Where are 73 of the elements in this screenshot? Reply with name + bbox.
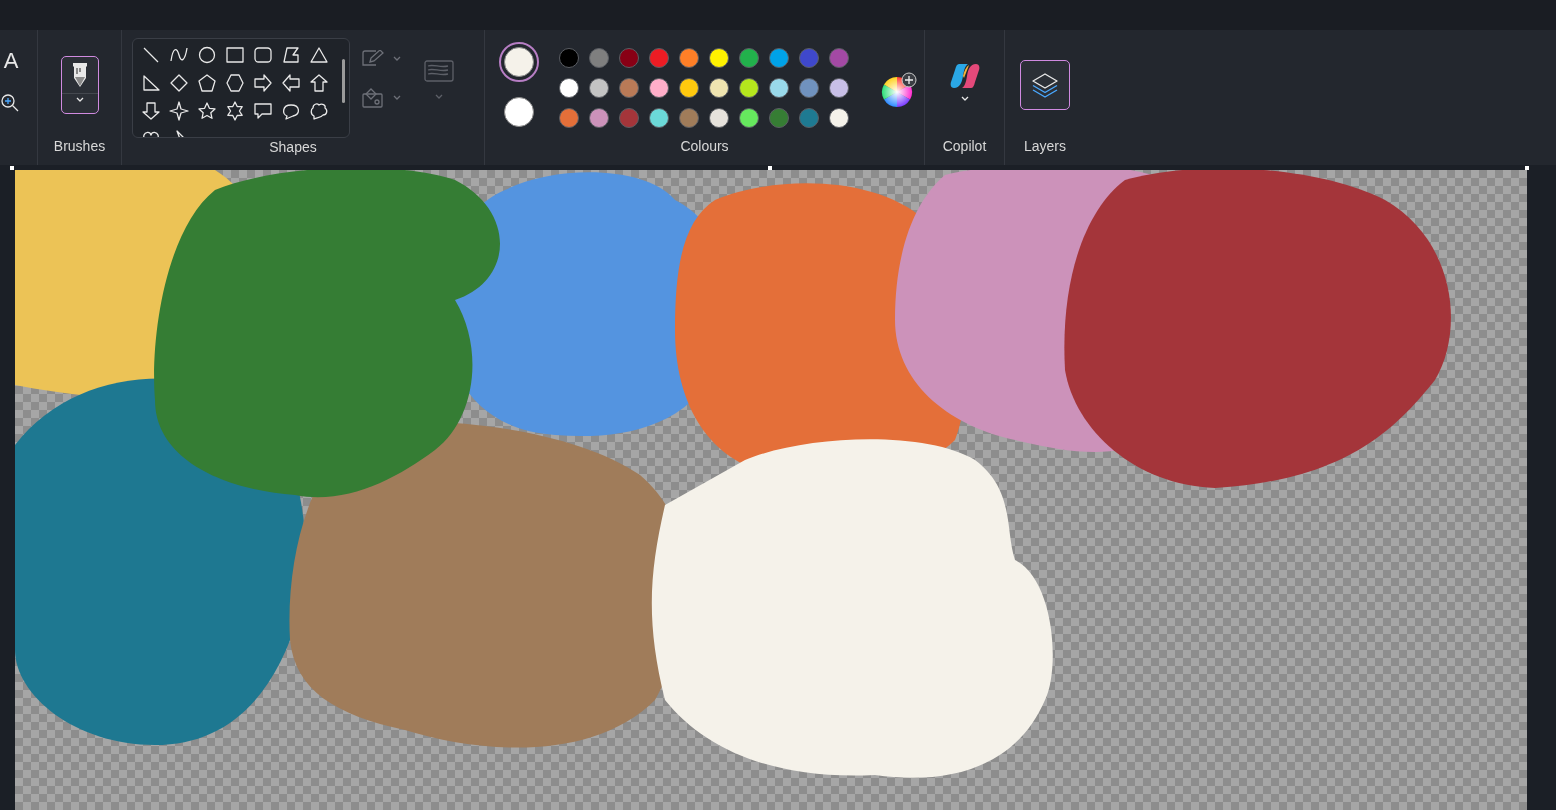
colour-swatch[interactable]	[619, 78, 639, 98]
colour-swatch[interactable]	[649, 48, 669, 68]
colour-swatch[interactable]	[709, 78, 729, 98]
outline-dropdown[interactable]	[362, 50, 402, 68]
colour-swatch[interactable]	[709, 108, 729, 128]
diamond-icon[interactable]	[169, 73, 189, 93]
colour-swatch[interactable]	[829, 108, 849, 128]
colour-swatch[interactable]	[619, 48, 639, 68]
polygon-icon[interactable]	[281, 45, 301, 65]
resize-handle[interactable]	[768, 166, 772, 170]
colour-swatch[interactable]	[649, 78, 669, 98]
zoom-icon[interactable]	[1, 94, 21, 114]
colour-swatch[interactable]	[829, 48, 849, 68]
colour-swatch[interactable]	[559, 108, 579, 128]
group-label: Copilot	[942, 137, 987, 155]
colour-swatch[interactable]	[679, 78, 699, 98]
text-tool[interactable]: A	[1, 50, 21, 72]
star-icon[interactable]	[197, 101, 217, 121]
rectangular-callout-icon[interactable]	[253, 101, 273, 121]
group-label: Shapes	[269, 138, 317, 156]
up-arrow-icon[interactable]	[309, 73, 329, 93]
line-thickness-icon	[424, 60, 454, 82]
colour-swatch[interactable]	[739, 108, 759, 128]
scrollbar-thumb[interactable]	[342, 59, 345, 103]
colour-swatch[interactable]	[739, 48, 759, 68]
colour-selector[interactable]	[499, 42, 539, 82]
fill-bucket-icon	[362, 88, 384, 108]
colour-swatch[interactable]	[769, 48, 789, 68]
layers-button[interactable]	[1020, 60, 1070, 110]
colour-swatch[interactable]	[799, 48, 819, 68]
four-point-star-icon[interactable]	[169, 101, 189, 121]
copilot-logo-icon	[949, 62, 980, 90]
hexagon-icon[interactable]	[225, 73, 245, 93]
colour-swatch[interactable]	[679, 108, 699, 128]
triangle-icon[interactable]	[309, 45, 329, 65]
layers-icon	[1031, 72, 1059, 98]
colour-swatch[interactable]	[619, 108, 639, 128]
colour-swatch[interactable]	[709, 48, 729, 68]
pentagon-icon[interactable]	[197, 73, 217, 93]
colour-swatch[interactable]	[589, 108, 609, 128]
colour-swatch[interactable]	[739, 78, 759, 98]
right-triangle-icon[interactable]	[141, 73, 161, 93]
line-icon[interactable]	[141, 45, 161, 65]
oval-icon[interactable]	[197, 45, 217, 65]
colour-swatch[interactable]	[769, 108, 789, 128]
down-arrow-icon[interactable]	[141, 101, 161, 121]
right-arrow-icon[interactable]	[253, 73, 273, 93]
resize-handle[interactable]	[1525, 166, 1529, 170]
colour-swatch[interactable]	[559, 78, 579, 98]
oval-callout-icon[interactable]	[281, 101, 301, 121]
cloud-callout-icon[interactable]	[309, 101, 329, 121]
colour-swatch[interactable]	[829, 78, 849, 98]
colour-wheel-icon[interactable]	[881, 72, 917, 108]
rounded-rectangle-icon[interactable]	[253, 45, 273, 65]
rectangle-icon[interactable]	[225, 45, 245, 65]
outline-pencil-icon	[362, 50, 384, 68]
colour-swatch[interactable]	[799, 108, 819, 128]
left-arrow-icon[interactable]	[281, 73, 301, 93]
resize-handle[interactable]	[10, 166, 14, 170]
colour-swatch[interactable]	[679, 48, 699, 68]
brush-button[interactable]	[60, 56, 99, 114]
colour-swatch[interactable]	[769, 78, 789, 98]
colour-swatch[interactable]	[589, 78, 609, 98]
fill-dropdown[interactable]	[362, 88, 402, 108]
group-label: Layers	[1024, 137, 1066, 155]
colour-swatch[interactable]	[799, 78, 819, 98]
colour-swatch[interactable]	[589, 48, 609, 68]
colour-swatch[interactable]	[649, 108, 669, 128]
canvas-painting-drawing[interactable]	[15, 170, 1527, 810]
six-point-star-icon[interactable]	[225, 101, 245, 121]
group-label: Brushes	[53, 137, 106, 155]
group-label: Colours	[680, 137, 729, 155]
colour-swatch[interactable]	[559, 48, 579, 68]
